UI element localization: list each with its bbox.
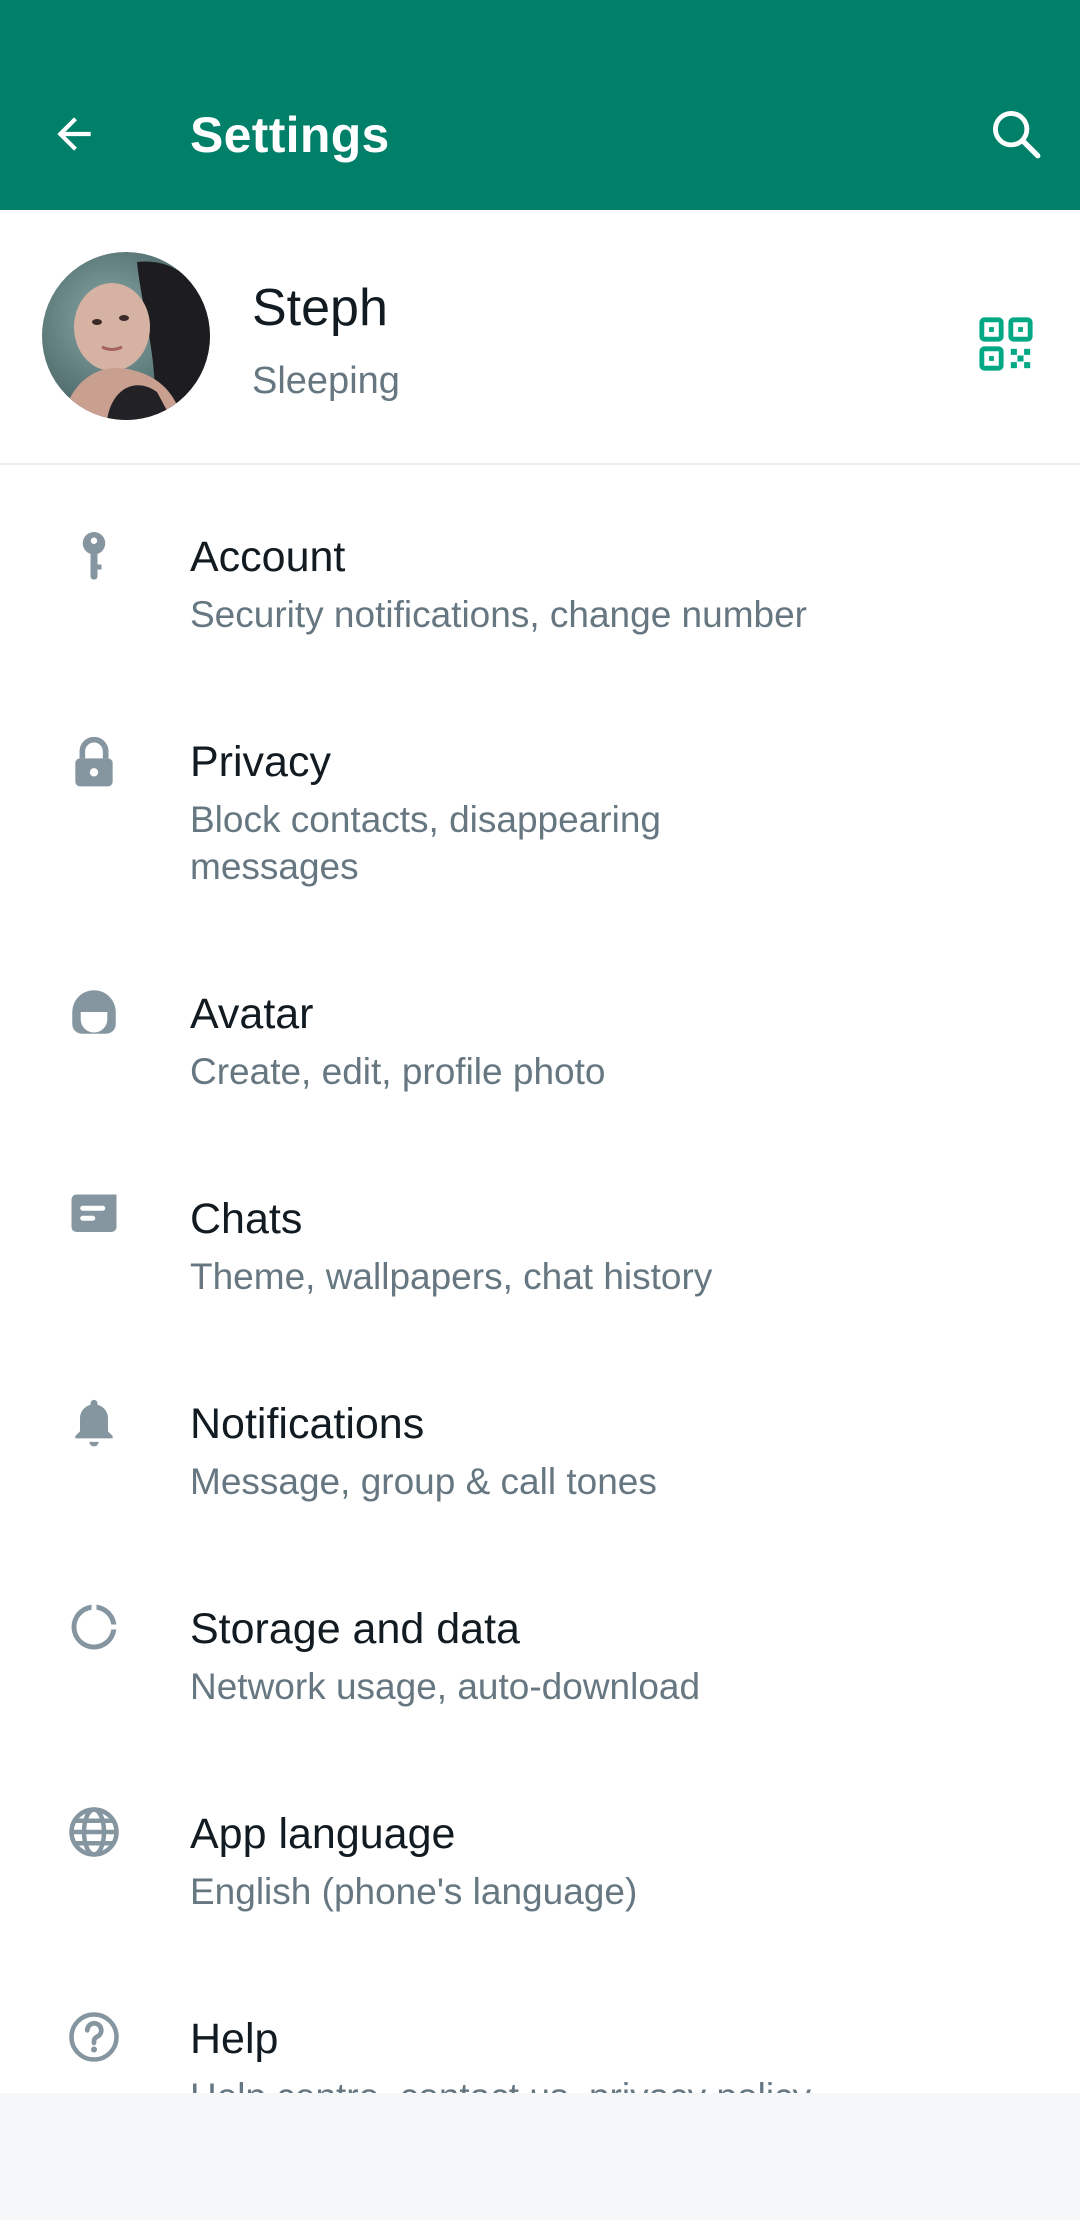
settings-item-label: Help — [190, 2015, 279, 2063]
help-icon — [69, 2012, 119, 2062]
settings-item-desc: Message, group & call tones — [190, 1461, 657, 1502]
settings-item-label: Account — [190, 533, 346, 581]
settings-item-desc: Create, edit, profile photo — [190, 1051, 606, 1092]
settings-screen: Settings Steph Sleeping Account Security… — [0, 0, 1080, 2220]
settings-item-app-language[interactable]: App language English (phone's language) — [0, 1740, 1080, 1945]
settings-item-label: Notifications — [190, 1400, 425, 1448]
settings-item-chats[interactable]: Chats Theme, wallpapers, chat history — [0, 1125, 1080, 1330]
settings-item-label: Avatar — [190, 990, 314, 1038]
avatar-face-icon — [72, 990, 116, 1034]
avatar[interactable] — [42, 252, 210, 420]
settings-item-label: Storage and data — [190, 1605, 520, 1653]
settings-item-desc: Block contacts, disappearing messages — [190, 799, 661, 887]
settings-item-desc: Network usage, auto-download — [190, 1666, 701, 1707]
settings-content: Steph Sleeping Account Security notifica… — [0, 210, 1080, 2093]
settings-item-avatar[interactable]: Avatar Create, edit, profile photo — [0, 920, 1080, 1125]
settings-item-notifications[interactable]: Notifications Message, group & call tone… — [0, 1330, 1080, 1535]
search-button[interactable] — [980, 98, 1052, 170]
profile-photo — [42, 252, 210, 420]
settings-item-desc: Security notifications, change number — [190, 594, 808, 635]
settings-item-label: Privacy — [190, 738, 331, 786]
page-title: Settings — [190, 107, 390, 163]
bell-icon — [75, 1399, 113, 1447]
settings-item-storage[interactable]: Storage and data Network usage, auto-dow… — [0, 1535, 1080, 1740]
qr-code-icon — [979, 317, 1033, 371]
search-icon — [993, 111, 1041, 159]
arrow-left-icon — [57, 117, 91, 151]
back-button[interactable] — [38, 98, 110, 170]
data-usage-icon — [71, 1604, 117, 1650]
settings-item-desc: English (phone's language) — [190, 1871, 638, 1912]
settings-item-privacy[interactable]: Privacy Block contacts, disappearing mes… — [0, 668, 1080, 920]
settings-item-label: App language — [190, 1810, 456, 1858]
qr-code-button[interactable] — [970, 308, 1042, 380]
app-bar: Settings — [0, 0, 1080, 210]
lock-icon — [75, 736, 113, 787]
settings-item-desc: Theme, wallpapers, chat history — [190, 1256, 713, 1297]
settings-item-account[interactable]: Account Security notifications, change n… — [0, 463, 1080, 668]
profile-section[interactable]: Steph Sleeping — [0, 210, 1080, 465]
profile-name: Steph — [252, 279, 388, 337]
globe-icon — [69, 1807, 119, 1857]
settings-item-help[interactable]: Help Help centre, contact us, privacy po… — [0, 1945, 1080, 2093]
profile-status: Sleeping — [252, 360, 400, 402]
settings-item-desc: Help centre, contact us, privacy policy — [190, 2073, 830, 2093]
settings-item-label: Chats — [190, 1195, 303, 1243]
chat-icon — [71, 1194, 117, 1232]
bottom-navigation-area — [0, 2093, 1080, 2220]
key-icon — [82, 532, 106, 580]
